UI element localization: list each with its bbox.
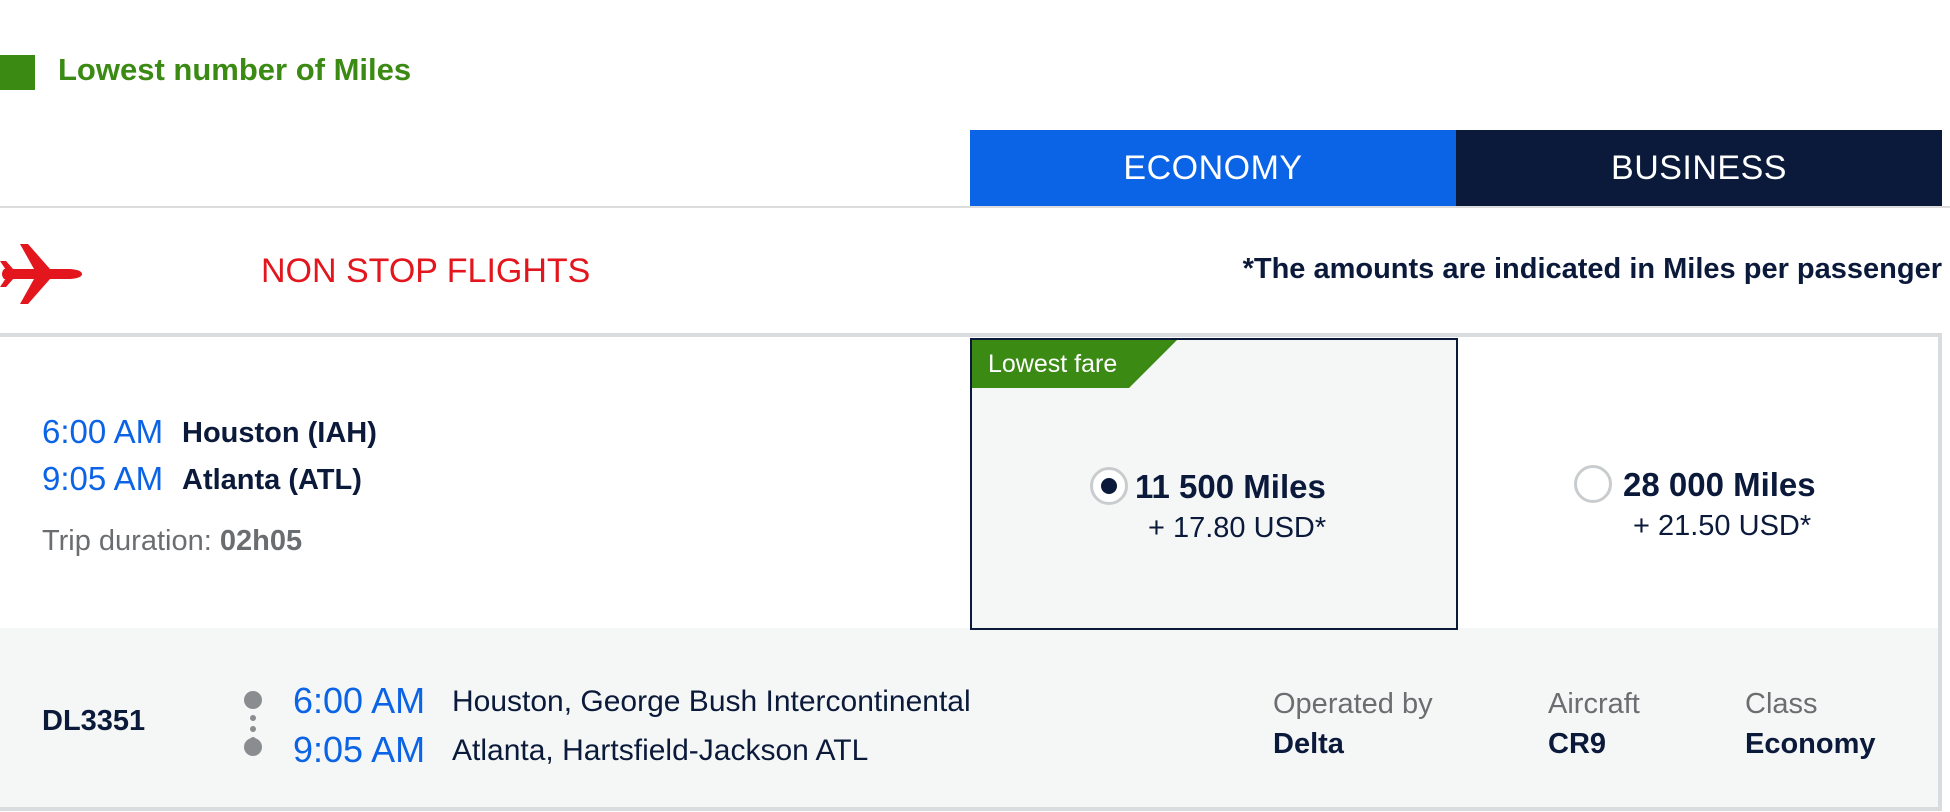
tab-business[interactable]: BUSINESS xyxy=(1456,130,1942,206)
legend-label: Lowest number of Miles xyxy=(58,52,412,87)
legend-swatch xyxy=(0,55,35,90)
segment-departure-airport: Houston, George Bush Intercontinental xyxy=(452,685,971,718)
tab-business-label: BUSINESS xyxy=(1611,148,1787,187)
segment-start-dot xyxy=(244,691,262,709)
aircraft-value: CR9 xyxy=(1548,728,1607,760)
flight-number: DL3351 xyxy=(42,705,146,737)
fare-option-business[interactable]: 28 000 Miles + 21.50 USD* xyxy=(1460,338,1940,628)
section-title: NON STOP FLIGHTS xyxy=(261,252,591,290)
fare-tax-business: + 21.50 USD* xyxy=(1633,510,1812,542)
fare-option-economy[interactable]: Lowest fare 11 500 Miles + 17.80 USD* xyxy=(970,338,1458,630)
trip-duration: Trip duration: 02h05 xyxy=(42,525,302,558)
arrival-time: 9:05 AM xyxy=(42,460,164,497)
segment-connector-dot xyxy=(250,726,256,732)
fare-miles-economy: 11 500 Miles xyxy=(1135,468,1326,505)
class-label: Class xyxy=(1745,688,1818,720)
segment-end-dot xyxy=(244,738,262,756)
airplane-icon xyxy=(0,244,82,304)
tab-economy[interactable]: ECONOMY xyxy=(970,130,1456,206)
departure-time: 6:00 AM xyxy=(42,413,164,450)
fare-tax-economy: + 17.80 USD* xyxy=(1148,512,1327,544)
arrival-city: Atlanta (ATL) xyxy=(182,464,362,496)
segment-arrival-time: 9:05 AM xyxy=(293,729,426,770)
tab-economy-label: ECONOMY xyxy=(1123,148,1303,187)
class-value: Economy xyxy=(1745,728,1876,760)
operated-by-label: Operated by xyxy=(1273,688,1433,720)
segment-departure-time: 6:00 AM xyxy=(293,680,426,721)
segment-arrival-airport: Atlanta, Hartsfield-Jackson ATL xyxy=(452,734,869,767)
aircraft-label: Aircraft xyxy=(1548,688,1640,720)
fare-radio-business[interactable] xyxy=(1574,465,1612,503)
trip-duration-label: Trip duration: xyxy=(42,525,212,557)
operated-by-value: Delta xyxy=(1273,728,1344,760)
departure-city: Houston (IAH) xyxy=(182,417,377,449)
amounts-note: *The amounts are indicated in Miles per … xyxy=(1242,253,1942,285)
tab-divider xyxy=(0,206,1950,208)
fare-radio-economy[interactable] xyxy=(1090,467,1128,505)
lowest-fare-badge: Lowest fare xyxy=(988,350,1118,378)
fare-miles-business: 28 000 Miles xyxy=(1623,466,1816,503)
radio-selected-dot xyxy=(1101,478,1117,494)
trip-duration-value: 02h05 xyxy=(219,525,303,557)
segment-connector-dot xyxy=(250,715,256,721)
